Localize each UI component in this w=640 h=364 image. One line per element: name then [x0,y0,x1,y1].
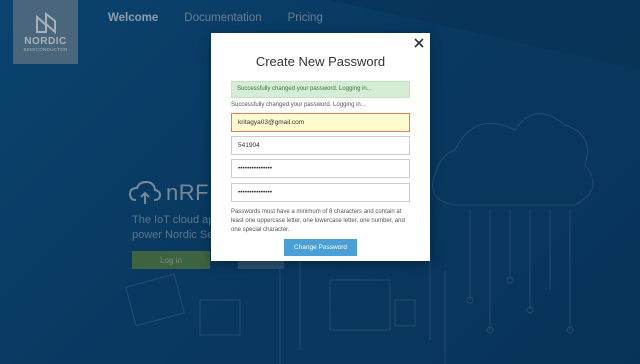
verification-code-field[interactable] [231,136,410,155]
modal-title: Create New Password [255,54,386,69]
change-password-button[interactable]: Change Password [284,239,357,256]
email-field[interactable] [231,113,410,132]
close-icon[interactable] [413,37,425,49]
create-password-modal: Create New Password Successfully changed… [211,33,430,261]
password-requirements: Passwords must have a minimum of 8 chara… [231,209,405,233]
success-alert: Successfully changed your password. Logg… [231,81,410,98]
status-message: Successfully changed your password. Logg… [231,102,366,108]
new-password-field[interactable] [231,159,410,178]
confirm-password-field[interactable] [231,183,410,202]
